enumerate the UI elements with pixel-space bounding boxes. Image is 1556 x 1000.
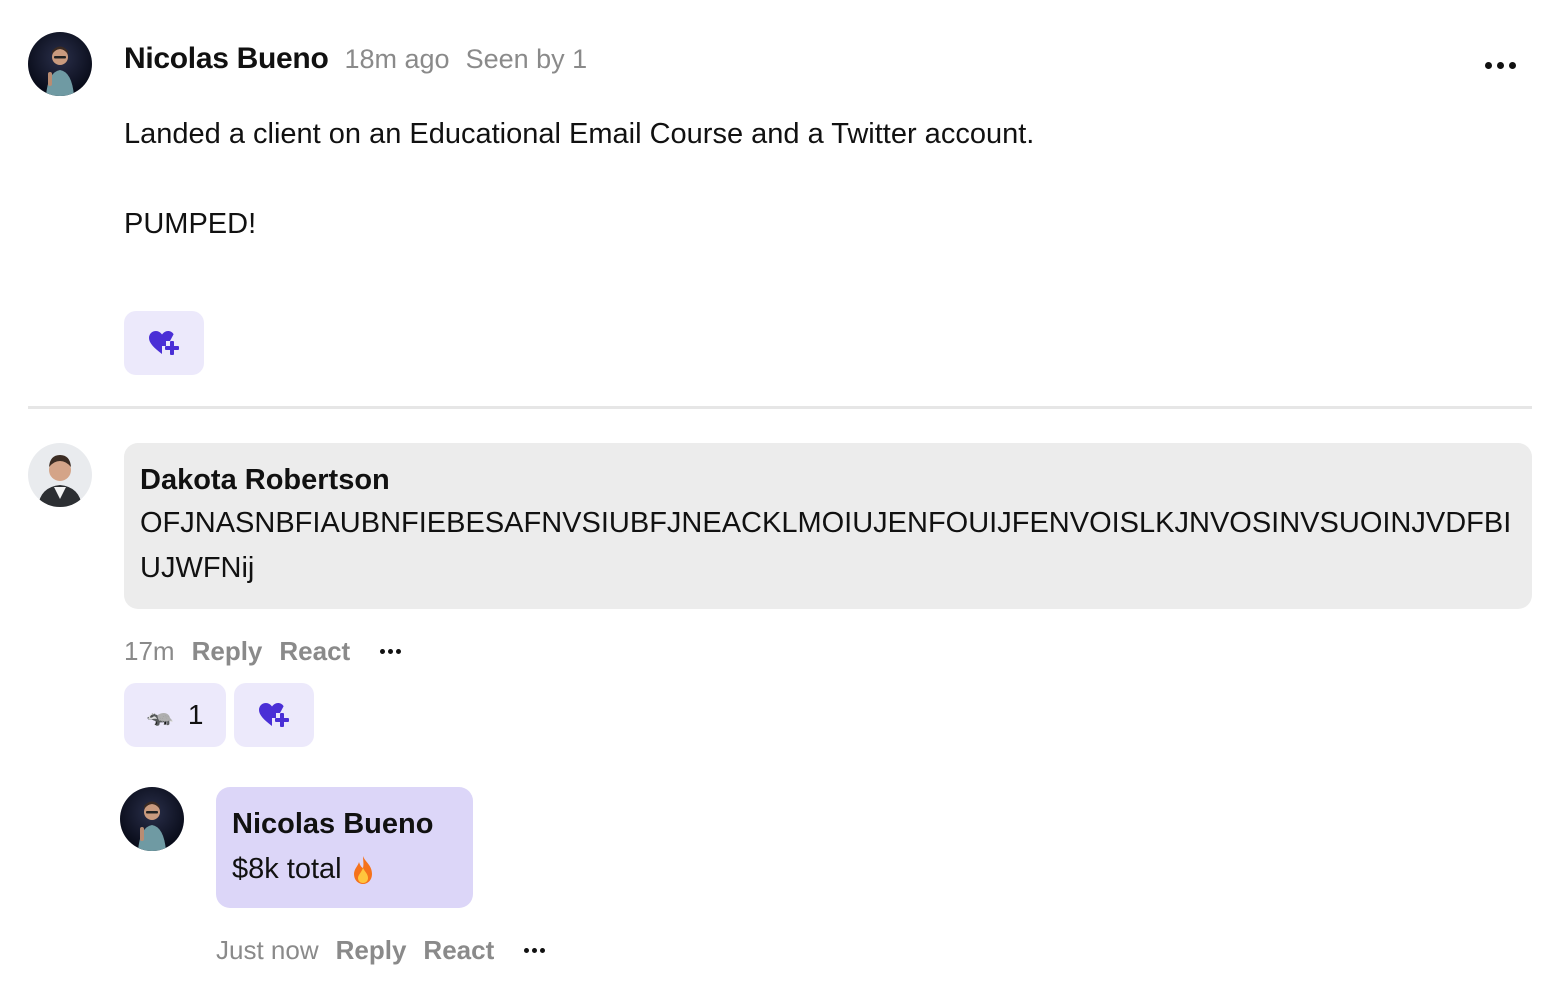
heart-plus-icon — [259, 703, 289, 727]
post-add-reaction-button[interactable] — [124, 311, 204, 375]
comment-author-avatar[interactable] — [28, 443, 92, 507]
badger-emoji: 🦡 — [146, 702, 174, 727]
reply-text: $8k total — [232, 853, 342, 885]
reply-timestamp: Just now — [216, 935, 319, 965]
comment-actions: 17m Reply React — [124, 636, 402, 667]
avatar-image — [120, 787, 184, 851]
heart-plus-icon — [149, 331, 179, 355]
post-author-avatar[interactable] — [28, 32, 92, 96]
avatar-image — [28, 443, 92, 507]
reply-author-avatar[interactable] — [120, 787, 184, 851]
post-timestamp: 18m ago — [344, 44, 450, 74]
comment-text: OFJNASNBFIAUBNFIEBESAFNVSIUBFJNEACKLMOIU… — [140, 507, 1512, 584]
seen-by-count[interactable]: Seen by 1 — [466, 44, 588, 75]
feed-page: Nicolas Bueno 18m ago Seen by 1 Landed a… — [0, 0, 1556, 1000]
avatar-image — [28, 32, 92, 96]
comment-add-reaction-button[interactable] — [234, 683, 314, 747]
reply-bubble: Nicolas Bueno $8k total — [216, 787, 473, 908]
comment-react-button[interactable]: React — [279, 636, 350, 667]
reply-more-options-button[interactable] — [522, 946, 546, 956]
comment-bubble: Dakota Robertson OFJNASNBFIAUBNFIEBESAFN… — [124, 443, 1532, 609]
more-horizontal-icon — [523, 948, 529, 953]
more-horizontal-icon — [1484, 61, 1492, 69]
post-text-paragraph: Landed a client on an Educational Email … — [124, 118, 1035, 150]
comment-more-options-button[interactable] — [378, 647, 402, 657]
reply-text-row: $8k total — [232, 847, 457, 892]
more-horizontal-icon — [379, 649, 385, 654]
reaction-count: 1 — [187, 699, 204, 730]
comment-reply-button[interactable]: Reply — [192, 636, 263, 667]
reply-reply-button[interactable]: Reply — [336, 935, 407, 966]
reply-react-button[interactable]: React — [423, 935, 494, 966]
post-body: Landed a client on an Educational Email … — [124, 116, 1474, 242]
comment-author-name[interactable]: Dakota Robertson — [140, 463, 1516, 497]
fire-icon — [353, 856, 372, 885]
post-divider — [28, 406, 1532, 409]
post-header: Nicolas Bueno 18m ago Seen by 1 — [124, 42, 587, 76]
comment-timestamp: 17m — [124, 636, 175, 666]
reply-author-name[interactable]: Nicolas Bueno — [232, 807, 457, 841]
post-text-paragraph: PUMPED! — [124, 208, 257, 240]
reaction-chip[interactable]: 🦡 1 — [124, 683, 226, 747]
post-more-options-button[interactable] — [1480, 56, 1520, 74]
post-author-name[interactable]: Nicolas Bueno — [124, 42, 329, 76]
reply-actions: Just now Reply React — [216, 935, 546, 966]
